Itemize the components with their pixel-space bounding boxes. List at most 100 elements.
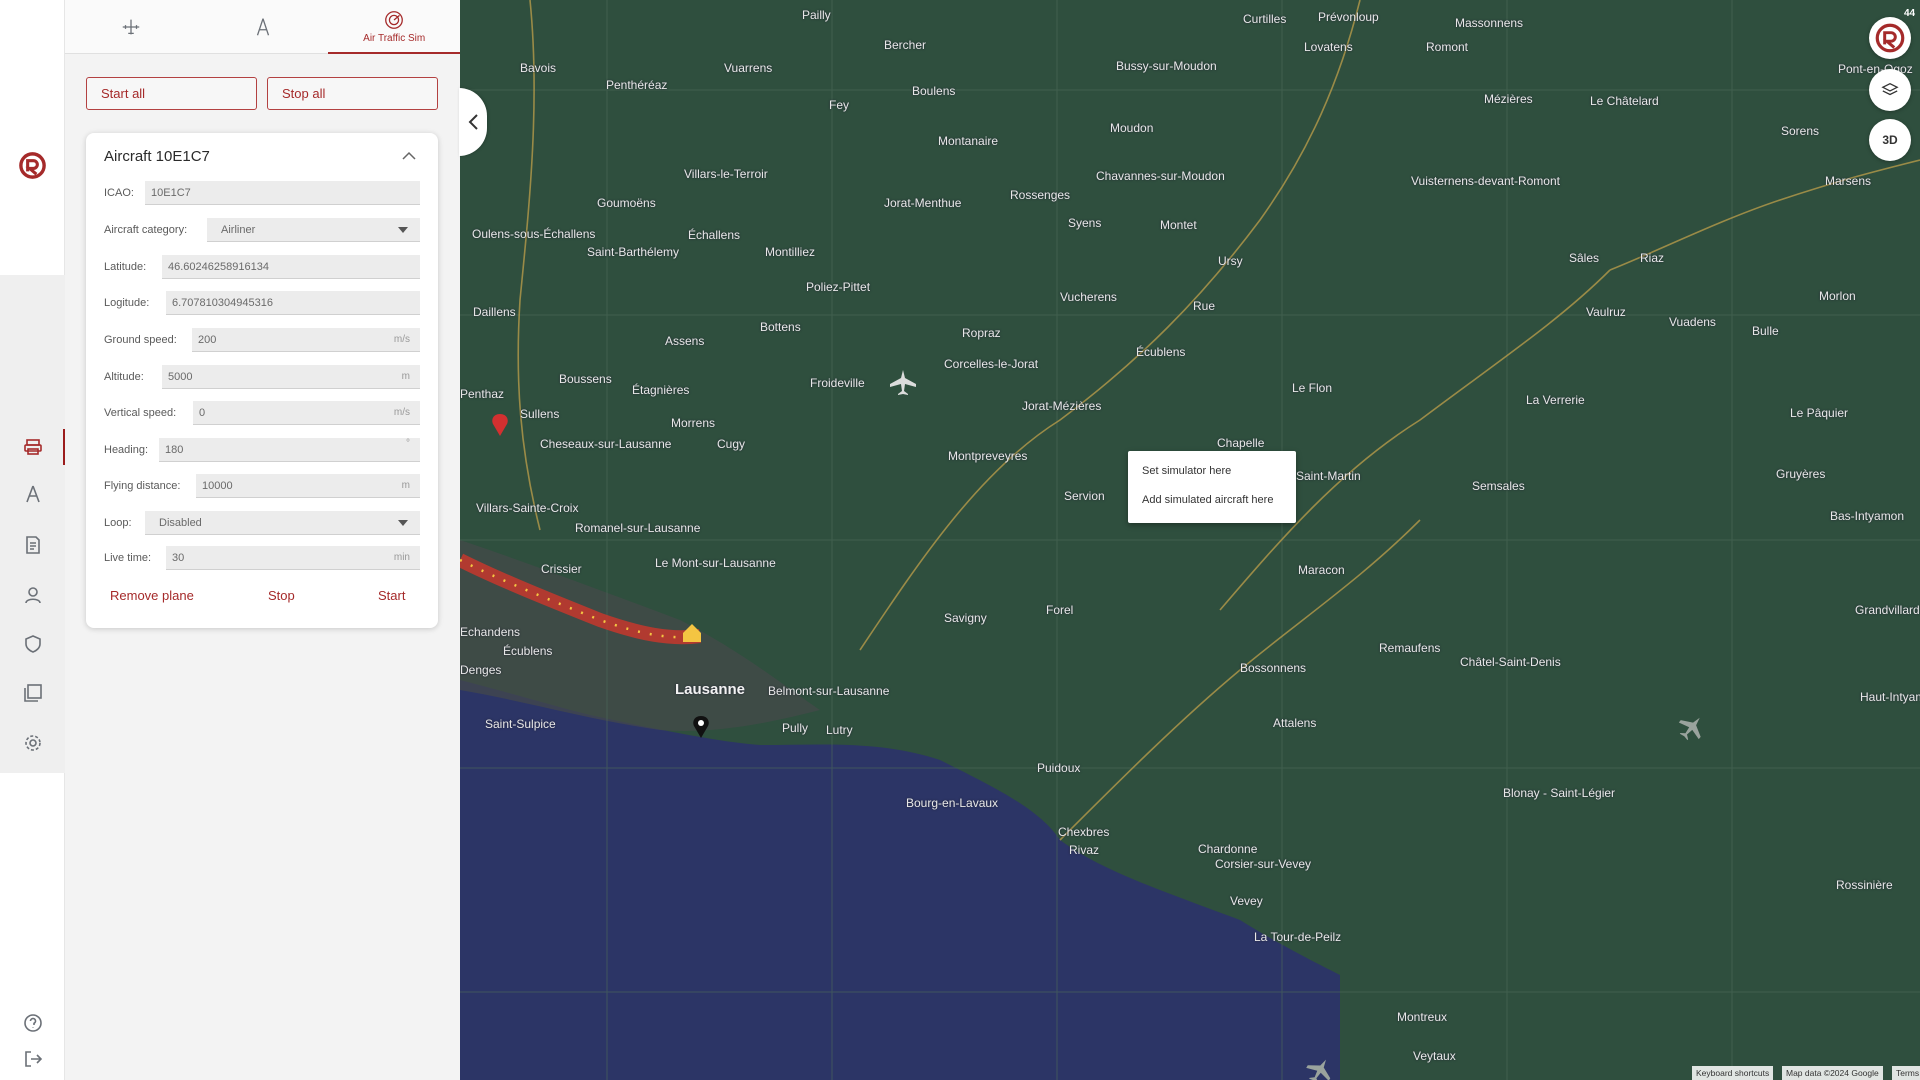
- place-label: Vevey: [1230, 894, 1263, 908]
- brand-logo-icon: [1875, 23, 1905, 53]
- ground-speed-unit: m/s: [393, 334, 410, 345]
- tab-label: Air Traffic Sim: [363, 33, 426, 44]
- place-label: Riaz: [1640, 251, 1665, 265]
- icao-field[interactable]: 10E1C7: [145, 181, 420, 205]
- layers-button[interactable]: [1869, 69, 1911, 111]
- ground-speed-field[interactable]: 200 m/s: [192, 328, 420, 352]
- vertical-speed-label: Vertical speed:: [104, 407, 177, 419]
- longitude-field[interactable]: 6.707810304945316: [166, 291, 420, 315]
- heading-field[interactable]: 180 °: [159, 438, 420, 462]
- location-pin-icon[interactable]: [693, 716, 709, 738]
- place-label: Bussy-sur-Moudon: [1116, 59, 1217, 73]
- printer-icon[interactable]: [0, 425, 65, 469]
- place-label: Semsales: [1472, 479, 1525, 493]
- map-canvas[interactable]: Pailly Bercher Curtilles Prévonloup Mass…: [460, 0, 1920, 1080]
- start-button[interactable]: Start: [378, 588, 405, 603]
- place-label: Lausanne: [675, 681, 746, 698]
- place-label: Romanel-sur-Lausanne: [575, 521, 701, 535]
- place-label: Grandvillard: [1855, 603, 1920, 617]
- layers-icon: [1881, 82, 1899, 96]
- place-label: Rossinière: [1836, 878, 1893, 892]
- place-label: Curtilles: [1243, 12, 1287, 26]
- keyboard-shortcuts-link[interactable]: Keyboard shortcuts: [1692, 1066, 1774, 1080]
- live-time-row: Live time:: [104, 546, 157, 570]
- flying-distance-label: Flying distance:: [104, 480, 181, 492]
- place-label: Le Mont-sur-Lausanne: [655, 556, 776, 570]
- app-logo[interactable]: [17, 150, 48, 181]
- place-label: Penthaz: [460, 387, 505, 401]
- panel-tabs: Air Traffic Sim: [65, 0, 460, 54]
- altitude-field[interactable]: 5000 m: [162, 365, 420, 389]
- place-label: Saint-Sulpice: [485, 717, 556, 731]
- place-label: Bourg-en-Lavaux: [906, 796, 999, 810]
- remove-plane-button[interactable]: Remove plane: [110, 588, 194, 603]
- vertical-speed-field[interactable]: 0 m/s: [193, 401, 420, 425]
- place-label: Romont: [1426, 40, 1469, 54]
- place-label: Écublens: [503, 644, 553, 658]
- place-label: Bavois: [520, 61, 557, 75]
- aircraft-marker[interactable]: [1674, 709, 1710, 745]
- place-label: Pully: [782, 721, 809, 735]
- aircraft-marker[interactable]: [890, 370, 916, 395]
- context-menu: Set simulator here Add simulated aircraf…: [1128, 451, 1296, 523]
- map-logo[interactable]: [1869, 17, 1911, 59]
- altitude-value: 5000: [168, 370, 193, 383]
- logout-icon[interactable]: [0, 1037, 65, 1080]
- longitude-row: Logitude:: [104, 291, 155, 315]
- live-time-field[interactable]: 30 min: [166, 546, 420, 570]
- place-label: Chapelle: [1217, 436, 1265, 450]
- icao-row: ICAO:: [104, 181, 140, 205]
- place-label: Chardonne: [1198, 842, 1258, 856]
- latitude-field[interactable]: 46.60246258916134: [162, 255, 420, 279]
- place-label: Pailly: [802, 8, 831, 22]
- loop-select[interactable]: Disabled: [145, 511, 420, 535]
- rail-group: [0, 275, 65, 773]
- place-label: Bulle: [1752, 324, 1779, 338]
- chevron-up-icon[interactable]: [402, 151, 416, 161]
- place-label: Chavannes-sur-Moudon: [1096, 169, 1225, 183]
- stop-button[interactable]: Stop: [268, 588, 295, 603]
- user-icon[interactable]: [0, 573, 65, 617]
- gear-icon[interactable]: [0, 721, 65, 765]
- place-label: Massonnens: [1455, 16, 1524, 30]
- icao-label: ICAO:: [104, 187, 134, 199]
- tower-icon[interactable]: [0, 472, 65, 516]
- location-pin-icon[interactable]: [492, 414, 508, 436]
- ground-speed-row: Ground speed:: [104, 328, 183, 352]
- category-value: Airliner: [221, 223, 256, 236]
- tab-aircraft[interactable]: [65, 0, 197, 53]
- place-label: Saint-Barthélemy: [587, 245, 680, 259]
- place-label: Vuadens: [1669, 315, 1716, 329]
- place-label: Mézières: [1484, 92, 1533, 106]
- latitude-row: Latitude:: [104, 255, 152, 279]
- start-all-button[interactable]: Start all: [86, 77, 257, 110]
- heading-unit: °: [406, 438, 410, 449]
- tab-air-traffic-sim[interactable]: Air Traffic Sim: [328, 0, 460, 54]
- place-label: Servion: [1064, 489, 1105, 503]
- place-label: Rossenges: [1010, 188, 1071, 202]
- place-label: Boulens: [912, 84, 956, 98]
- tab-tower[interactable]: [197, 0, 329, 53]
- category-select[interactable]: Airliner: [207, 218, 420, 242]
- terms-link[interactable]: Terms: [1892, 1066, 1920, 1080]
- place-label: Sullens: [520, 407, 560, 421]
- stop-all-button[interactable]: Stop all: [267, 77, 438, 110]
- place-label: Moudon: [1110, 121, 1154, 135]
- gallery-icon[interactable]: [0, 671, 65, 715]
- shield-icon[interactable]: [0, 622, 65, 666]
- live-time-label: Live time:: [104, 552, 152, 564]
- place-label: Gruyères: [1776, 467, 1826, 481]
- place-label: Belmont-sur-Lausanne: [768, 684, 890, 698]
- place-label: Bercher: [884, 38, 927, 52]
- document-icon[interactable]: [0, 523, 65, 567]
- vertical-speed-row: Vertical speed:: [104, 401, 182, 425]
- place-label: Corcelles-le-Jorat: [944, 357, 1039, 371]
- flying-distance-field[interactable]: 10000 m: [196, 474, 420, 498]
- place-label: Villars-le-Terroir: [684, 167, 768, 181]
- set-simulator-here-item[interactable]: Set simulator here: [1142, 465, 1231, 477]
- live-time-unit: min: [393, 552, 410, 563]
- 3d-toggle-button[interactable]: 3D: [1869, 119, 1911, 161]
- vertical-speed-value: 0: [199, 406, 206, 419]
- loop-value: Disabled: [159, 516, 202, 529]
- add-simulated-aircraft-item[interactable]: Add simulated aircraft here: [1142, 494, 1273, 506]
